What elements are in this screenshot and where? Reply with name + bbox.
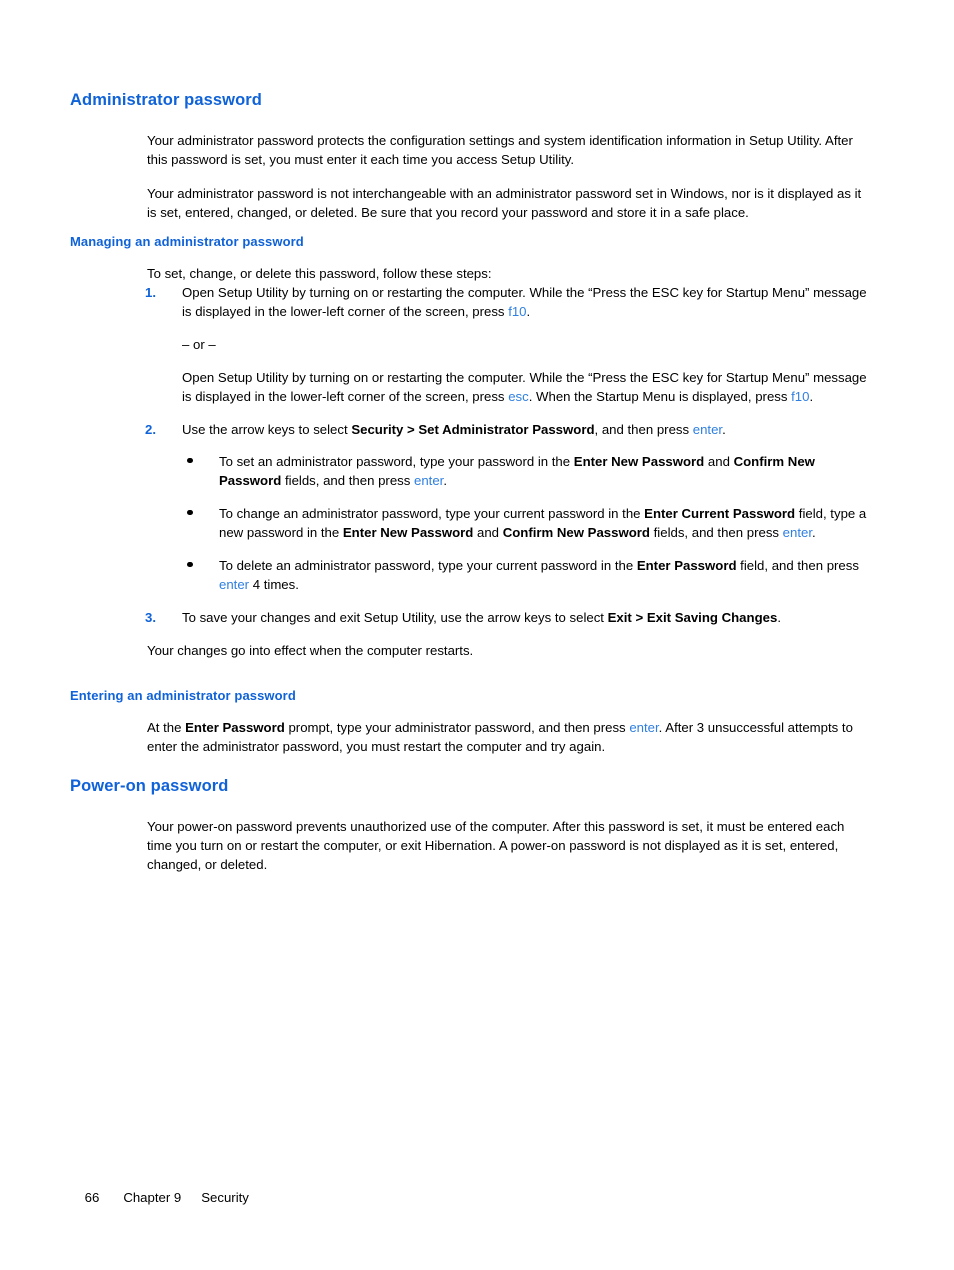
step-item: 2. Use the arrow keys to select Security… — [145, 420, 870, 594]
step-2-text-end: . — [722, 421, 726, 437]
paragraph: Your administrator password is not inter… — [147, 185, 862, 220]
entering-seg1: At the — [147, 720, 186, 736]
bullet-1-bold-1: Enter New Password — [573, 453, 705, 469]
document-page: Administrator password Your administrato… — [0, 0, 954, 1270]
bullet-2-seg5: . — [812, 524, 816, 540]
bullet-3-seg1: To delete an administrator password, typ… — [219, 557, 637, 573]
step-item: 1. Open Setup Utility by turning on or r… — [145, 283, 870, 406]
bullet-1-seg1: To set an administrator password, type y… — [219, 453, 574, 469]
bullet-1-seg2: and — [704, 453, 734, 469]
heading-administrator-password: Administrator password — [70, 91, 262, 109]
managing-closing-wrap: Your changes go into effect when the com… — [147, 641, 870, 660]
step-2-bullets: To set an administrator password, type y… — [185, 452, 870, 594]
heading-entering-administrator-password: Entering an administrator password — [70, 687, 296, 703]
key-enter: enter — [414, 472, 444, 488]
step-2-text-before: Use the arrow keys to select — [182, 421, 352, 437]
bullet-2-bold-1: Enter Current Password — [644, 505, 796, 521]
footer-page-number: 66 — [84, 1190, 100, 1205]
bullet-1-seg4: . — [443, 472, 448, 488]
step-1-alternative: Open Setup Utility by turning on or rest… — [182, 368, 870, 406]
bullet-item: To delete an administrator password, typ… — [185, 556, 870, 594]
bullet-2-bold-3: Confirm New Password — [502, 524, 650, 540]
paragraph: At the Enter Password prompt, type your … — [147, 718, 870, 756]
bullet-3-bold-1: Enter Password — [636, 557, 737, 573]
step-3-text-after: . — [777, 609, 781, 625]
step-1-text: Open Setup Utility by turning on or rest… — [182, 283, 870, 321]
step-3-text-before: To save your changes and exit Setup Util… — [182, 609, 608, 625]
bullet-2-seg1: To change an administrator password, typ… — [219, 505, 645, 521]
section-power-on-password: Power-on password Your power-on password… — [70, 776, 870, 874]
entering-seg2: prompt, type your administrator password… — [284, 720, 630, 736]
step-number: 2. — [145, 421, 156, 437]
section-administrator-password: Administrator password Your administrato… — [70, 90, 870, 222]
step-1-alt-text-3: . — [809, 388, 814, 404]
section-entering-administrator-password: Entering an administrator password At th… — [70, 688, 870, 756]
bullet-2-bold-2: Enter New Password — [342, 524, 474, 540]
paragraph: Your administrator password protects the… — [147, 132, 853, 167]
page-footer: 66 Chapter 9 Security — [70, 1175, 249, 1220]
step-number: 1. — [145, 284, 156, 300]
steps-list: 1. Open Setup Utility by turning on or r… — [145, 283, 870, 627]
key-f10: f10 — [508, 303, 527, 319]
bullet-dot-icon — [187, 457, 193, 464]
key-enter: enter — [629, 720, 659, 736]
power-on-password-body: Your power-on password prevents unauthor… — [147, 817, 870, 874]
bullet-3-seg2: field, and then press — [736, 557, 859, 573]
entering-bold-enter-password: Enter Password — [185, 720, 285, 736]
paragraph: Your power-on password prevents unauthor… — [147, 818, 845, 872]
step-3-text: To save your changes and exit Setup Util… — [182, 608, 870, 627]
step-2-text: Use the arrow keys to select Security > … — [182, 420, 870, 439]
bullet-item: To set an administrator password, type y… — [185, 452, 870, 490]
key-enter: enter — [782, 524, 813, 540]
administrator-password-body: Your administrator password protects the… — [147, 131, 870, 222]
bullet-2-seg4: fields, and then press — [649, 524, 783, 540]
bullet-2-seg3: and — [473, 524, 503, 540]
bullet-dot-icon — [187, 561, 193, 568]
managing-closing: Your changes go into effect when the com… — [147, 642, 474, 658]
key-enter: enter — [219, 576, 250, 592]
or-divider: – or – — [182, 336, 216, 352]
managing-intro: To set, change, or delete this password,… — [147, 265, 492, 281]
key-f10: f10 — [791, 388, 810, 404]
page-content: Administrator password Your administrato… — [70, 90, 870, 874]
key-enter: enter — [692, 421, 723, 437]
step-1-text-after: . — [526, 303, 531, 319]
step-3-bold-menu-path: Exit > Exit Saving Changes — [607, 609, 778, 625]
bullet-1-seg3: fields, and then press — [281, 472, 414, 488]
heading-power-on-password: Power-on password — [70, 777, 229, 796]
bullet-item: To change an administrator password, typ… — [185, 504, 870, 542]
section-managing-administrator-password: Managing an administrator password To se… — [70, 234, 870, 660]
footer-chapter-title: Security — [201, 1190, 249, 1205]
bullet-3-seg3: 4 times. — [249, 576, 299, 592]
heading-managing-administrator-password: Managing an administrator password — [70, 233, 304, 249]
step-2-text-after: , and then press — [594, 421, 693, 437]
entering-body: At the Enter Password prompt, type your … — [147, 718, 870, 756]
step-1-alt-text-2: . When the Startup Menu is displayed, pr… — [528, 388, 792, 404]
footer-chapter: Chapter 9 — [123, 1190, 182, 1205]
step-item: 3. To save your changes and exit Setup U… — [145, 608, 870, 627]
step-2-bold-menu-path: Security > Set Administrator Password — [351, 421, 595, 437]
bullet-dot-icon — [187, 509, 193, 516]
step-number: 3. — [145, 609, 156, 625]
managing-intro-wrap: To set, change, or delete this password,… — [147, 264, 870, 283]
key-esc: esc — [508, 388, 529, 404]
